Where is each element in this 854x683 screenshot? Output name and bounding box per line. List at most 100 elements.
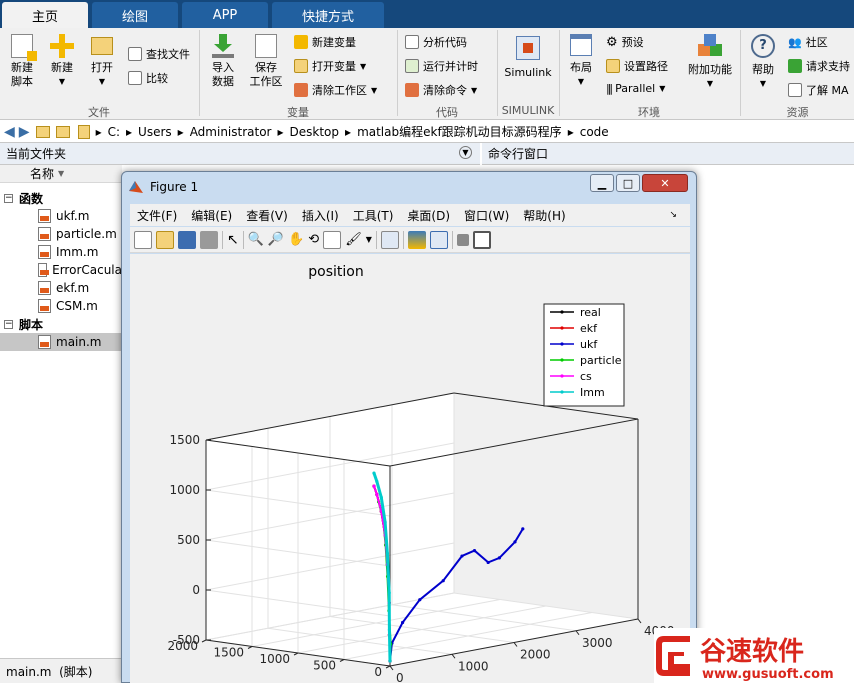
open-variable-button[interactable]: 打开变量 ▼ <box>294 58 366 74</box>
watermark-name: 谷速软件 <box>700 637 804 667</box>
close-button[interactable]: ✕ <box>642 174 688 192</box>
link-plot-icon[interactable] <box>380 230 399 249</box>
new-figure-icon[interactable] <box>134 230 152 249</box>
dock-arrow-icon[interactable]: ↘ <box>669 210 677 220</box>
legend-label: particle <box>580 354 622 367</box>
maximize-icon: □ <box>622 176 634 190</box>
back-arrow-icon[interactable]: ◀ <box>4 124 15 140</box>
clear-workspace-button[interactable]: 清除工作区 ▼ <box>294 82 377 98</box>
zoom-in-icon[interactable]: 🔍 <box>248 232 264 247</box>
data-point-cs <box>372 484 376 488</box>
run-timing-button[interactable]: 运行并计时 <box>405 58 478 74</box>
zoom-out-icon[interactable]: 🔎 <box>268 232 284 247</box>
preferences-button[interactable]: ⚙ 预设 <box>606 34 644 50</box>
name-column-header[interactable]: 名称 ▼ <box>0 165 122 183</box>
addons-button[interactable]: 附加功能 ▼ <box>686 34 734 91</box>
addons-label: 附加功能 <box>688 63 732 76</box>
scripts-group-header[interactable]: − 脚本 <box>0 315 122 333</box>
maximize-button[interactable]: □ <box>616 174 640 192</box>
tab-apps[interactable]: APP <box>182 2 268 28</box>
list-item[interactable]: particle.m <box>0 225 122 243</box>
menu-tools[interactable]: 工具(T) <box>353 207 394 224</box>
up-folder-icon[interactable] <box>35 125 50 138</box>
chevron-down-icon: ▼ <box>58 77 66 86</box>
menu-help[interactable]: 帮助(H) <box>523 207 565 224</box>
env-group-label: 环境 <box>638 106 660 119</box>
help-button[interactable]: ? 帮助 ▼ <box>746 34 780 91</box>
open-file-icon[interactable] <box>156 230 174 249</box>
minimize-button[interactable]: ▁ <box>590 174 614 192</box>
breadcrumb-item[interactable]: Administrator <box>190 125 272 139</box>
y-tick <box>293 652 299 656</box>
save-workspace-label: 保存 工作区 <box>249 61 283 88</box>
show-plot-tools-icon[interactable] <box>472 230 491 249</box>
run-timing-icon <box>405 59 419 73</box>
pan-hand-icon[interactable]: ✋ <box>288 232 304 247</box>
list-item[interactable]: Imm.m <box>0 243 122 261</box>
tab-home[interactable]: 主页 <box>2 2 88 28</box>
legend-icon[interactable] <box>429 230 448 249</box>
request-support-button[interactable]: 请求支持 <box>788 58 850 74</box>
clear-commands-button[interactable]: 清除命令 ▼ <box>405 82 477 98</box>
parallel-button[interactable]: ||| Parallel ▼ <box>606 82 665 95</box>
matlab-function-file-icon <box>38 245 51 259</box>
new-button[interactable]: 新建 ▼ <box>44 34 80 89</box>
forward-arrow-icon[interactable]: ▶ <box>19 124 30 140</box>
new-script-button[interactable]: 新建 脚本 <box>4 34 40 89</box>
x-tick-label: 3000 <box>582 636 613 650</box>
list-item[interactable]: ekf.m <box>0 279 122 297</box>
folder-icon <box>91 37 113 55</box>
pointer-icon[interactable]: ↖ <box>227 232 239 248</box>
tab-shortcuts[interactable]: 快捷方式 <box>272 2 384 28</box>
legend-marker <box>560 326 564 330</box>
brush-icon[interactable]: 🖌 <box>345 232 362 247</box>
set-path-button[interactable]: 设置路径 <box>606 58 668 74</box>
breadcrumb-item[interactable]: C: <box>108 125 120 139</box>
breadcrumb-item[interactable]: Desktop <box>290 125 340 139</box>
clear-commands-icon <box>405 83 419 97</box>
collapse-icon[interactable]: − <box>4 193 13 203</box>
breadcrumb-item[interactable]: Users <box>138 125 172 139</box>
collapse-icon[interactable]: − <box>4 319 13 329</box>
menu-view[interactable]: 查看(V) <box>246 207 288 224</box>
data-point-ukf <box>521 527 525 531</box>
compare-button[interactable]: 比较 <box>128 70 168 86</box>
y-tick-label: 0 <box>374 665 382 679</box>
simulink-button[interactable]: Simulink <box>502 36 554 80</box>
print-icon[interactable] <box>200 230 218 249</box>
new-variable-button[interactable]: 新建变量 <box>294 34 356 50</box>
hide-plot-tools-icon[interactable] <box>456 233 469 246</box>
save-icon[interactable] <box>178 230 196 249</box>
list-item[interactable]: main.m <box>0 333 122 351</box>
list-item[interactable]: ErrorCacula <box>0 261 122 279</box>
layout-button[interactable]: 布局 ▼ <box>564 34 598 89</box>
path-separator: ▸ <box>345 124 352 139</box>
browse-folder-icon[interactable] <box>55 125 70 138</box>
menu-insert[interactable]: 插入(I) <box>302 207 339 224</box>
functions-group-header[interactable]: − 函数 <box>0 189 122 207</box>
save-workspace-button[interactable]: 保存 工作区 <box>246 34 286 89</box>
status-text: main.m (脚本) <box>6 664 93 679</box>
breadcrumb-item[interactable]: matlab编程ekf跟踪机动目标源码程序 <box>357 123 562 140</box>
menu-desktop[interactable]: 桌面(D) <box>407 207 450 224</box>
menu-file[interactable]: 文件(F) <box>137 207 177 224</box>
x-tick <box>451 653 456 659</box>
rotate-3d-icon[interactable]: ⟲ <box>308 232 319 247</box>
chevron-down-icon[interactable]: ▼ <box>366 235 372 244</box>
menu-edit[interactable]: 编辑(E) <box>191 207 232 224</box>
chart-3d[interactable]: 010002000300040000500100015002000-500050… <box>130 254 690 683</box>
list-item[interactable]: ukf.m <box>0 207 122 225</box>
tab-plots[interactable]: 绘图 <box>92 2 178 28</box>
import-data-button[interactable]: 导入 数据 <box>205 34 241 89</box>
open-button[interactable]: 打开 ▼ <box>84 34 120 89</box>
menu-window[interactable]: 窗口(W) <box>464 207 509 224</box>
find-files-button[interactable]: 查找文件 <box>128 46 190 62</box>
community-button[interactable]: 👥 社区 <box>788 34 828 50</box>
data-cursor-icon[interactable] <box>323 230 342 249</box>
analyze-code-button[interactable]: 分析代码 <box>405 34 467 50</box>
breadcrumb-item[interactable]: code <box>580 125 609 139</box>
panel-menu-icon[interactable]: ▼ <box>459 146 472 159</box>
list-item[interactable]: CSM.m <box>0 297 122 315</box>
learn-matlab-button[interactable]: 了解 MA <box>788 82 849 98</box>
colorbar-icon[interactable] <box>407 230 426 249</box>
